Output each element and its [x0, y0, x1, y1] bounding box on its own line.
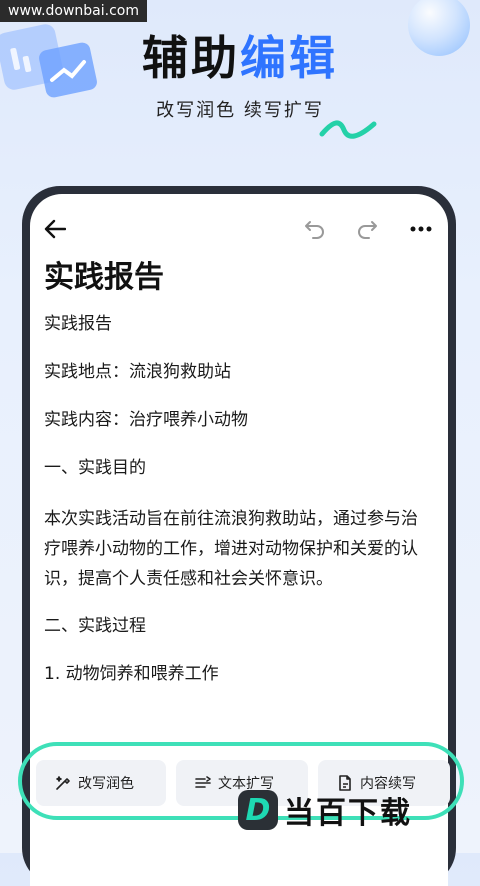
hero-title-dark: 辅助 [142, 31, 240, 85]
brand-name: 当百下载 [284, 796, 412, 831]
doc-paragraph: 本次实践活动旨在前往流浪狗救助站，通过参与治疗喂养小动物的工作，增进对动物保护和… [44, 509, 418, 589]
doc-line: 1. 动物饲养和喂养工作 [44, 664, 219, 684]
doc-line: 实践报告 [44, 314, 112, 334]
doc-line: 实践地点：流浪狗救助站 [44, 362, 231, 382]
doc-line: 一、实践目的 [44, 458, 146, 478]
doc-line: 二、实践过程 [44, 616, 146, 636]
back-arrow-icon[interactable] [40, 214, 70, 244]
action-label: 改写润色 [78, 776, 134, 792]
expand-icon [195, 776, 211, 788]
brand-logo: D [238, 790, 278, 830]
hero-title-blue: 编辑 [240, 31, 338, 85]
editor-toolbar [40, 214, 438, 244]
brand-watermark: D 当百下载 [238, 788, 412, 832]
document-title[interactable]: 实践报告 [44, 252, 164, 296]
hero-title: 辅助编辑 [0, 22, 480, 88]
more-icon[interactable] [406, 214, 436, 244]
squiggle-decoration [319, 120, 377, 139]
undo-icon[interactable] [300, 214, 330, 244]
watermark-url: www.downbai.com [0, 0, 147, 22]
rewrite-polish-button[interactable]: 改写润色 [36, 760, 166, 806]
wand-icon [56, 776, 70, 790]
redo-icon[interactable] [352, 214, 382, 244]
hero-subtitle: 改写润色 续写扩写 [156, 100, 324, 121]
document-body[interactable]: 实践报告 实践地点：流浪狗救助站 实践内容：治疗喂养小动物 一、实践目的 本次实… [44, 312, 434, 710]
doc-line: 实践内容：治疗喂养小动物 [44, 410, 248, 430]
